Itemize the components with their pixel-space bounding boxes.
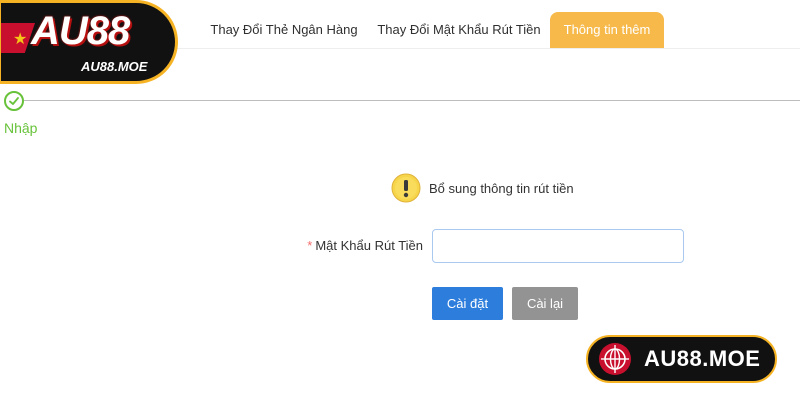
withdraw-password-input[interactable] [432,229,684,263]
star-icon: ★ [13,31,28,48]
password-label: * Mật Khẩu Rút Tiền [250,238,423,253]
password-label-text: Mật Khẩu Rút Tiền [315,238,423,253]
tab-change-withdraw-password[interactable]: Thay Đổi Mật Khẩu Rút Tiền [372,12,546,48]
step-line [24,100,800,101]
reset-button[interactable]: Cài lại [512,287,578,320]
logo-subtext: AU88.MOE [81,59,148,74]
badge-text: AU88.MOE [644,346,761,371]
au88-logo: ★ AU88 AU88.MOE [0,0,178,84]
globe-icon [598,342,632,376]
required-mark: * [307,238,313,253]
step-check-icon [4,91,24,111]
save-button[interactable]: Cài đặt [432,287,503,320]
warning-icon [391,173,421,203]
tab-additional-info[interactable]: Thông tin thêm [550,12,664,48]
au88-badge: AU88.MOE [586,335,777,383]
logo-text: AU88 [31,9,130,53]
step-label: Nhập [4,120,38,136]
tab-change-bank-card[interactable]: Thay Đổi Thẻ Ngân Hàng [200,12,368,48]
notice-text: Bổ sung thông tin rút tiền [429,181,574,196]
